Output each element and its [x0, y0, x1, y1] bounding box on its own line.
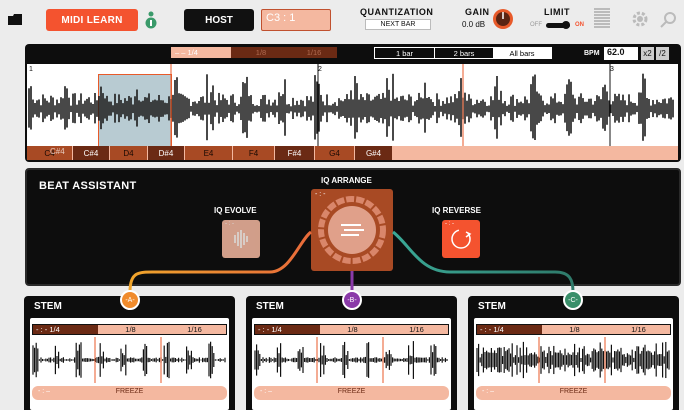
freeze-label: FREEZE [337, 388, 366, 395]
arrange-icon [318, 196, 386, 264]
division-selector[interactable]: – – 1/4 1/8 1/16 [171, 47, 337, 59]
reverse-icon [451, 229, 472, 249]
gain-knob[interactable] [492, 8, 514, 30]
stem-panel: STEM - : - 1/4 1/8 1/16 - : – FREEZE [468, 296, 679, 410]
stem-node-b[interactable]: -B- [342, 290, 362, 310]
stem-body: - : - 1/4 1/8 1/16 - : – FREEZE [252, 318, 451, 410]
iq-arrange-button[interactable]: - : - [311, 189, 393, 271]
pad-slot-field[interactable]: C3 : 1 [261, 9, 331, 31]
key-csharp4[interactable]: C#4 [73, 146, 109, 160]
beat-assistant-title: BEAT ASSISTANT [39, 180, 137, 192]
key-dsharp4[interactable]: D#4 [148, 146, 184, 160]
stem-node-c[interactable]: -C- [563, 290, 583, 310]
stem-division-eighth[interactable]: 1/8 [320, 325, 385, 334]
iq-reverse-label: IQ REVERSE [432, 206, 481, 215]
stem-title: STEM [256, 301, 284, 312]
iq-evolve-button[interactable]: - : - [222, 220, 260, 258]
limit-on-label: ON [575, 22, 584, 28]
stem-division-quarter[interactable]: - : - 1/4 [477, 325, 542, 334]
waveform-area[interactable]: 1 2 3 [27, 64, 678, 146]
gain-label: GAIN [465, 7, 490, 17]
key-g4[interactable]: G4 [315, 146, 354, 160]
division-eighth[interactable]: 1/8 [231, 47, 291, 58]
stem-body: - : - 1/4 1/8 1/16 - : – FREEZE [474, 318, 673, 410]
freeze-label: FREEZE [115, 388, 144, 395]
stem-division-quarter[interactable]: - : - 1/4 [33, 325, 98, 334]
freeze-button[interactable]: - : – FREEZE [476, 386, 671, 400]
freeze-label: FREEZE [559, 388, 588, 395]
key-e4[interactable]: E4 [185, 146, 232, 160]
range-selector[interactable]: 1 bar 2 bars All bars [374, 47, 552, 59]
search-icon[interactable] [659, 10, 679, 28]
key-fsharp4[interactable]: F#4 [275, 146, 314, 160]
freeze-button[interactable]: - : – FREEZE [32, 386, 227, 400]
stem-waveform[interactable] [32, 337, 227, 383]
gain-value: 0.0 dB [462, 20, 486, 29]
folder-icon[interactable] [8, 12, 22, 25]
bpm-double-button[interactable]: x2 [641, 47, 654, 60]
evolve-icon [234, 230, 248, 248]
key-f4[interactable]: F4 [233, 146, 274, 160]
division-sixteenth[interactable]: 1/16 [291, 47, 337, 58]
range-all-bars[interactable]: All bars [493, 48, 551, 58]
gear-icon[interactable] [631, 10, 649, 28]
host-button[interactable]: HOST [184, 9, 254, 31]
stem-panel: STEM - : - 1/4 1/8 1/16 - : – FREEZE [24, 296, 235, 410]
stem-waveform[interactable] [476, 337, 671, 383]
current-note-label: C#4 [50, 147, 65, 156]
bpm-half-button[interactable]: /2 [656, 47, 669, 60]
bpm-label: BPM [584, 50, 600, 57]
stem-division-sixteenth[interactable]: 1/16 [607, 325, 670, 334]
limit-label: LIMIT [544, 7, 570, 17]
quantization-dropdown[interactable]: NEXT BAR [365, 19, 431, 30]
stem-division-sixteenth[interactable]: 1/16 [163, 325, 226, 334]
bar-marker-1: 1 [29, 66, 33, 73]
stem-division-eighth[interactable]: 1/8 [542, 325, 607, 334]
iq-arrange-label: IQ ARRANGE [321, 176, 372, 185]
stem-panel: STEM - : - 1/4 1/8 1/16 - : – FREEZE [246, 296, 457, 410]
midi-learn-button[interactable]: MIDI LEARN [46, 9, 138, 31]
stem-body: - : - 1/4 1/8 1/16 - : – FREEZE [30, 318, 229, 410]
stem-division-eighth[interactable]: 1/8 [98, 325, 163, 334]
stem-node-a[interactable]: -A- [120, 290, 140, 310]
output-meter [594, 8, 610, 30]
iq-evolve-label: IQ EVOLVE [214, 206, 257, 215]
bar-marker-3: 3 [610, 66, 614, 73]
bar-marker-2: 2 [318, 66, 322, 73]
stem-division-quarter[interactable]: - : - 1/4 [255, 325, 320, 334]
quantization-label: QUANTIZATION [360, 7, 434, 17]
division-quarter[interactable]: – – 1/4 [171, 47, 231, 58]
range-2bars[interactable]: 2 bars [434, 48, 493, 58]
freeze-button[interactable]: - : – FREEZE [254, 386, 449, 400]
stem-title: STEM [478, 301, 506, 312]
key-d4[interactable]: D4 [110, 146, 147, 160]
limit-toggle[interactable] [546, 21, 570, 29]
stem-waveform[interactable] [254, 337, 449, 383]
waveform-graphic [28, 64, 674, 146]
bpm-field[interactable]: 62.0 [604, 47, 638, 60]
range-1bar[interactable]: 1 bar [375, 48, 434, 58]
stem-division-sixteenth[interactable]: 1/16 [385, 325, 448, 334]
quantization-value: NEXT BAR [380, 21, 416, 28]
iq-reverse-button[interactable]: - : - [442, 220, 480, 258]
stem-title: STEM [34, 301, 62, 312]
key-gsharp4[interactable]: G#4 [355, 146, 392, 160]
limit-off-label: OFF [530, 22, 542, 28]
info-icon[interactable] [145, 11, 157, 29]
